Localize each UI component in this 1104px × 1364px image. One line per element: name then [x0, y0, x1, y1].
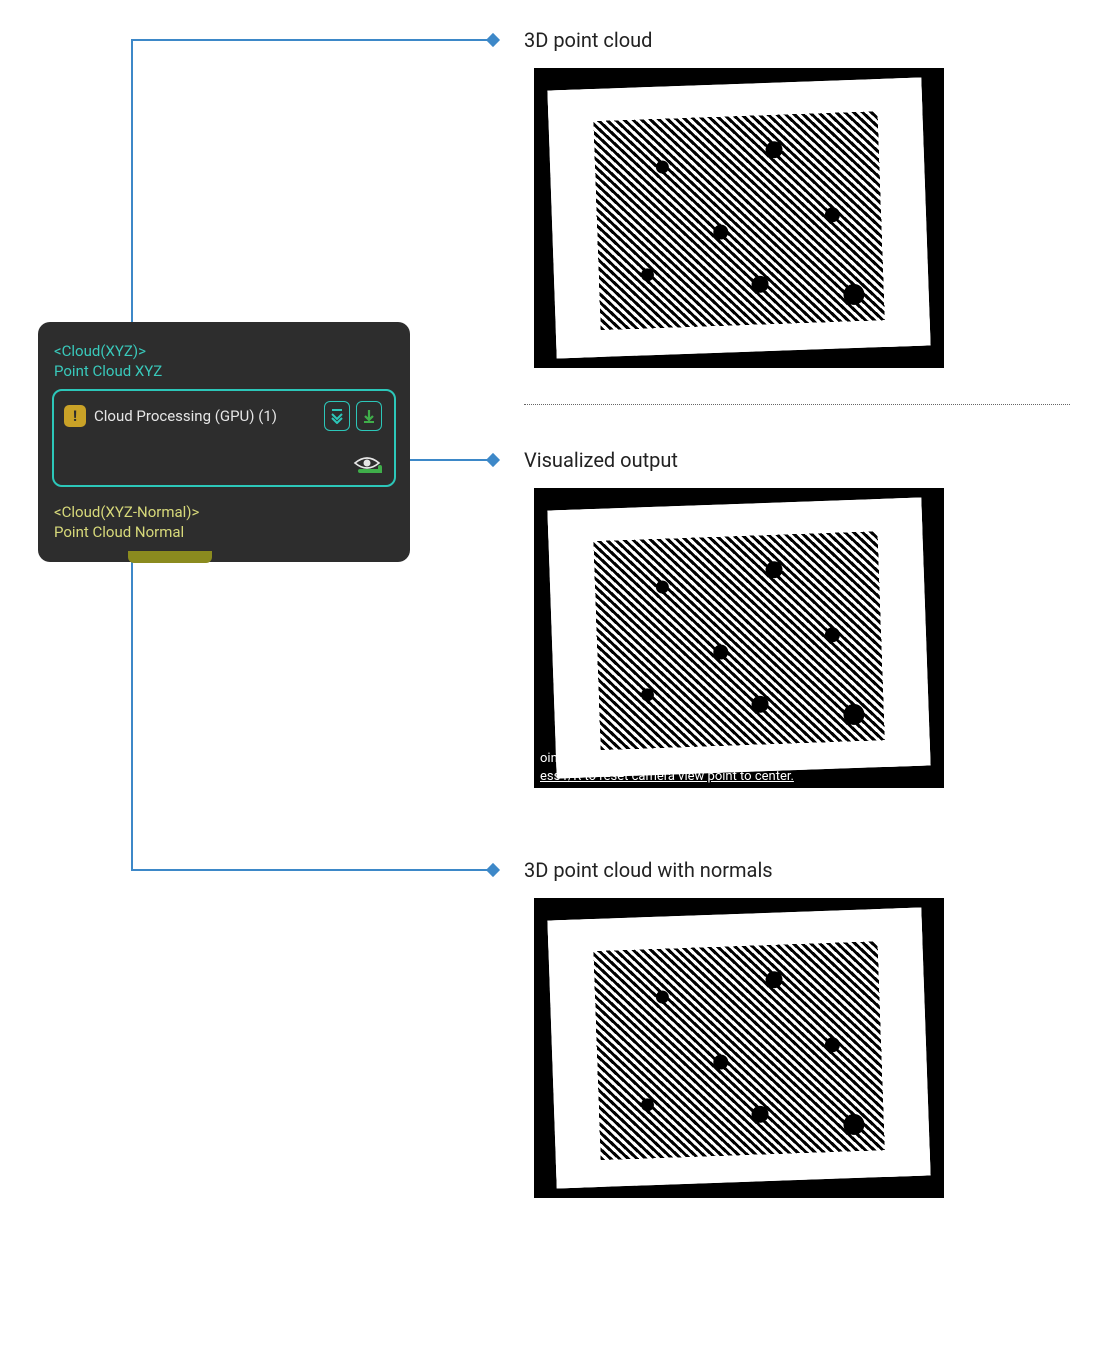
preview-eye-icon[interactable]	[352, 453, 382, 475]
divider	[524, 404, 1070, 405]
input-port-type: <Cloud(XYZ)>	[54, 342, 394, 362]
connector-endpoint	[486, 33, 500, 47]
connector-endpoint	[486, 453, 500, 467]
node-body[interactable]: ! Cloud Processing (GPU) (1)	[52, 389, 396, 487]
preview-visualized-output: oint count: 1952011 ess r/R to reset cam…	[534, 488, 944, 788]
label-visualized-output: Visualized output	[524, 448, 678, 472]
output-port-label: Point Cloud Normal	[54, 523, 394, 543]
point-count-text: oint count: 1952011	[540, 751, 656, 766]
node-card[interactable]: <Cloud(XYZ)> Point Cloud XYZ ! Cloud Pro…	[38, 322, 410, 562]
input-port[interactable]: <Cloud(XYZ)> Point Cloud XYZ	[38, 322, 410, 389]
output-port[interactable]: <Cloud(XYZ-Normal)> Point Cloud Normal	[38, 497, 410, 562]
expand-down-icon[interactable]	[324, 401, 350, 431]
reset-hint-text: ess r/R to reset camera view point to ce…	[540, 769, 794, 784]
download-icon[interactable]	[356, 401, 382, 431]
connector-endpoint	[486, 863, 500, 877]
preview-3d-point-cloud-normals	[534, 898, 944, 1198]
warning-icon: !	[64, 405, 86, 427]
label-3d-point-cloud: 3D point cloud	[524, 28, 652, 52]
input-port-label: Point Cloud XYZ	[54, 362, 394, 382]
label-3d-point-cloud-normals: 3D point cloud with normals	[524, 858, 773, 882]
node-title: Cloud Processing (GPU) (1)	[94, 407, 316, 425]
preview-3d-point-cloud	[534, 68, 944, 368]
output-port-type: <Cloud(XYZ-Normal)>	[54, 503, 394, 523]
output-port-tab	[128, 551, 212, 563]
